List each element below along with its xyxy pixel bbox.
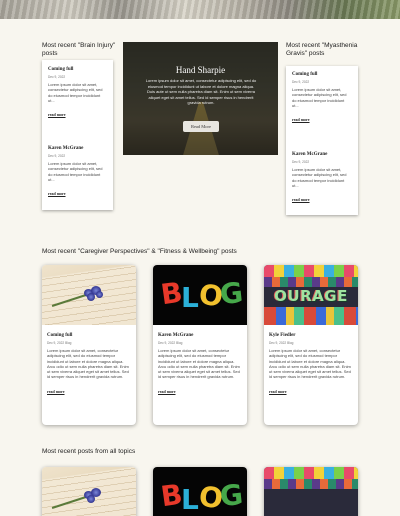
- post-title[interactable]: Kyle Fiedler: [269, 333, 353, 338]
- post-excerpt: Lorem ipsum dolor sit amet, consectetur …: [48, 82, 103, 103]
- post-excerpt: Lorem ipsum dolor sit amet, consectetur …: [269, 348, 351, 380]
- post-title[interactable]: Coming full: [47, 333, 131, 338]
- courage-word: OURAGE: [274, 287, 348, 305]
- list-item: Karen McGrane Dec 9, 2022 Lorem ipsum do…: [292, 152, 350, 206]
- post-meta: Dec 9, 2022 Blog: [47, 341, 72, 345]
- hero-image-strip: [0, 0, 400, 19]
- read-more-link[interactable]: read more: [292, 117, 310, 122]
- post-excerpt: Lorem ipsum dolor sit amet, consectetur …: [158, 348, 240, 380]
- read-more-link[interactable]: read more: [292, 197, 310, 202]
- post-meta: Dec 9, 2022 Blog: [269, 341, 294, 345]
- myasthenia-posts-card: Coming full Dec 9, 2022 Lorem ipsum dolo…: [286, 66, 358, 215]
- post-meta: Dec 9, 2022: [292, 80, 310, 84]
- post-excerpt: Lorem ipsum dolor sit amet, consectetur …: [292, 87, 347, 108]
- blog-letter-l: L: [181, 483, 199, 516]
- read-more-button[interactable]: Read More: [183, 121, 219, 132]
- blog-image[interactable]: B L O G: [153, 467, 247, 516]
- read-more-link[interactable]: read more: [158, 389, 176, 394]
- list-item: Coming full Dec 9, 2022 Lorem ipsum dolo…: [48, 67, 106, 121]
- caregiver-section-title: Most recent "Caregiver Perspectives" & "…: [42, 248, 237, 255]
- post-card-karen-mcgrane[interactable]: B L O G Karen McGrane Dec 9, 2022 Blog L…: [153, 265, 247, 425]
- blog-letter-l: L: [181, 281, 199, 314]
- slide-text: Lorem ipsum dolor sit amet, consectetur …: [145, 78, 257, 106]
- myasthenia-section-title: Most recent "Myasthenia Gravis" posts: [286, 42, 358, 57]
- read-more-link[interactable]: read more: [47, 389, 65, 394]
- read-more-link[interactable]: read more: [48, 191, 66, 196]
- flowers-image[interactable]: [42, 467, 136, 516]
- post-title[interactable]: Coming full: [292, 72, 350, 77]
- post-excerpt: Lorem ipsum dolor sit amet, consectetur …: [48, 161, 103, 182]
- post-meta: Dec 9, 2022 Blog: [158, 341, 183, 345]
- blog-letter-g: G: [218, 275, 245, 312]
- post-meta: Dec 9, 2022: [48, 154, 66, 158]
- post-title[interactable]: Karen McGrane: [158, 333, 242, 338]
- blog-letter-g: G: [218, 477, 245, 514]
- read-more-link[interactable]: read more: [269, 389, 287, 394]
- post-card-coming-full[interactable]: [42, 467, 136, 516]
- brain-injury-section-title: Most recent "Brain Injury" posts: [42, 42, 116, 57]
- post-title[interactable]: Karen McGrane: [292, 152, 350, 157]
- read-more-link[interactable]: read more: [48, 112, 66, 117]
- list-item: Coming full Dec 9, 2022 Lorem ipsum dolo…: [292, 72, 350, 126]
- courage-image[interactable]: OURAGE: [264, 265, 358, 325]
- post-excerpt: Lorem ipsum dolor sit amet, consectetur …: [47, 348, 129, 380]
- post-title[interactable]: Karen McGrane: [48, 146, 106, 151]
- post-card-kyle-fiedler[interactable]: OURAGE Kyle Fiedler Dec 9, 2022 Blog Lor…: [264, 265, 358, 425]
- flowers-image[interactable]: [42, 265, 136, 325]
- post-card-coming-full[interactable]: Coming full Dec 9, 2022 Blog Lorem ipsum…: [42, 265, 136, 425]
- post-excerpt: Lorem ipsum dolor sit amet, consectetur …: [292, 167, 347, 188]
- courage-image[interactable]: [264, 467, 358, 516]
- brain-injury-posts-card: Coming full Dec 9, 2022 Lorem ipsum dolo…: [42, 60, 113, 210]
- post-meta: Dec 9, 2022: [48, 75, 66, 79]
- post-card-karen-mcgrane[interactable]: B L O G: [153, 467, 247, 516]
- post-title[interactable]: Coming full: [48, 67, 106, 72]
- post-card-kyle-fiedler[interactable]: [264, 467, 358, 516]
- post-meta: Dec 9, 2022: [292, 160, 310, 164]
- all-topics-section-title: Most recent posts from all topics: [42, 448, 136, 455]
- featured-slider: Hand Sharpie Lorem ipsum dolor sit amet,…: [123, 42, 278, 155]
- slide-title: Hand Sharpie: [175, 65, 226, 75]
- blog-image[interactable]: B L O G: [153, 265, 247, 325]
- list-item: Karen McGrane Dec 9, 2022 Lorem ipsum do…: [48, 146, 106, 200]
